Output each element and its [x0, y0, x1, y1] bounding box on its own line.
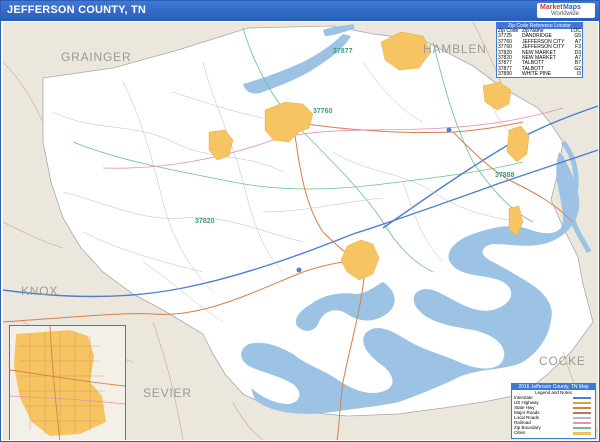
inset-map[interactable] [9, 325, 126, 440]
publisher-logo: Market Maps Worldwide [537, 3, 595, 18]
county-label-cocke: COCKE [539, 354, 586, 368]
interstate-shield [296, 267, 302, 273]
legend-swatch [573, 407, 591, 409]
county-label-hamblen: HAMBLEN [423, 42, 487, 56]
legend-label: Cities [514, 430, 526, 435]
zip-reference-table: Zip Code Reference Locator Zip Code Zip … [496, 22, 583, 78]
zip-table: Zip Code Zip Name LOC 37725 DANDRIDGE G5… [497, 28, 582, 78]
legend-swatch [573, 432, 591, 435]
legend-swatch [573, 417, 591, 419]
county-label-grainger: GRAINGER [61, 50, 132, 64]
map-canvas[interactable]: GRAINGER HAMBLEN KNOX SEVIER COCKE 37877… [3, 22, 598, 440]
legend-swatch [573, 412, 591, 414]
zip-label: 37820 [195, 218, 215, 225]
inset-map-svg [10, 326, 125, 440]
zip-label: 37888 [495, 172, 515, 179]
logo-text-1: Market [540, 4, 563, 11]
zip-code-cell: 37890 [498, 71, 512, 78]
legend-swatch [573, 427, 591, 429]
zip-label: 37760 [313, 108, 333, 115]
zip-label: 37877 [333, 48, 353, 55]
map-title: JEFFERSON COUNTY, TN [7, 4, 147, 16]
county-label-sevier: SEVIER [143, 386, 192, 400]
zip-name-cell: WHITE PINE [521, 71, 552, 78]
title-bar: JEFFERSON COUNTY, TN Market Maps Worldwi… [1, 1, 599, 21]
zip-table-row: 37890 WHITE PINE I3 [497, 71, 582, 78]
county-label-knox: KNOX [21, 284, 59, 298]
legend-swatch [573, 422, 591, 424]
map-frame: JEFFERSON COUNTY, TN Market Maps Worldwi… [0, 0, 600, 442]
logo-text-2: Maps [563, 4, 581, 11]
logo-text-3: Worldwide [551, 11, 579, 17]
interstate-shield [446, 127, 452, 133]
legend-swatch [573, 397, 591, 399]
legend-item: Cities [512, 430, 595, 435]
map-legend: 2016 Jefferson County, TN Map Legend and… [511, 383, 596, 439]
legend-swatch [573, 402, 591, 404]
zip-loc-cell: I3 [576, 71, 581, 78]
